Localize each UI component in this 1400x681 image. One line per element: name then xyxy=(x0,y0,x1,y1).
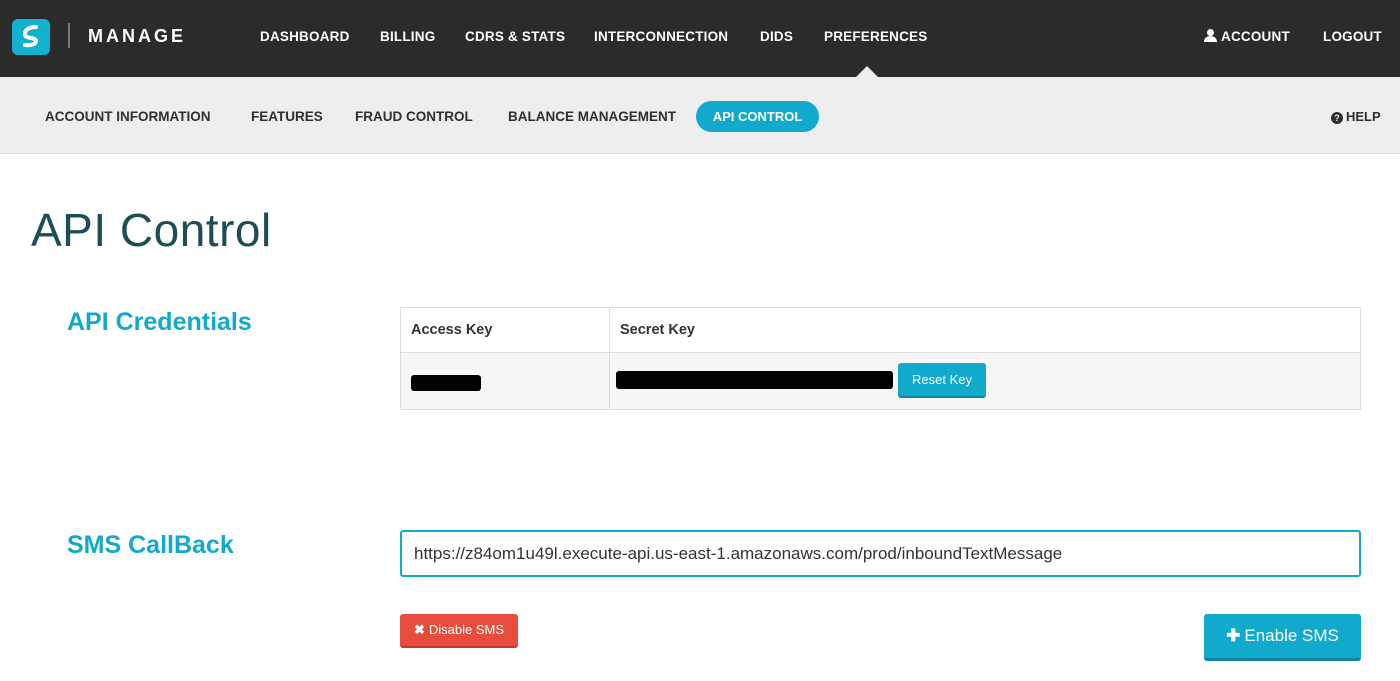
disable-sms-button[interactable]: ✖ Disable SMS xyxy=(400,614,518,648)
enable-sms-label: Enable SMS xyxy=(1244,626,1339,645)
active-nav-caret-icon xyxy=(856,66,878,77)
sub-navbar: ACCOUNT INFORMATION FEATURES FRAUD CONTR… xyxy=(0,77,1400,154)
subnav-features[interactable]: FEATURES xyxy=(251,109,323,124)
nav-dids[interactable]: DIDS xyxy=(760,29,793,44)
user-icon xyxy=(1204,29,1217,42)
table-row: Reset Key xyxy=(400,352,1361,410)
help-link[interactable]: ? HELP xyxy=(1331,109,1381,124)
subnav-balance-management[interactable]: BALANCE MANAGEMENT xyxy=(508,109,676,124)
secret-key-header: Secret Key xyxy=(609,307,1361,353)
redacted-secret-key xyxy=(616,371,893,389)
credentials-table: Access Key Secret Key Reset Key xyxy=(400,307,1361,410)
logout-link[interactable]: LOGOUT xyxy=(1323,29,1382,44)
account-link[interactable]: ACCOUNT xyxy=(1204,29,1290,44)
brand-logo-icon[interactable] xyxy=(12,19,50,55)
plus-icon: ✚ xyxy=(1226,626,1241,645)
redacted-access-key xyxy=(411,375,481,391)
help-label: HELP xyxy=(1346,109,1381,124)
subnav-api-control[interactable]: API CONTROL xyxy=(696,101,819,132)
nav-preferences[interactable]: PREFERENCES xyxy=(824,29,927,44)
brand-name: MANAGE xyxy=(88,26,186,46)
subnav-account-information[interactable]: ACCOUNT INFORMATION xyxy=(45,109,210,124)
sms-callback-heading: SMS CallBack xyxy=(67,531,234,559)
table-header-row: Access Key Secret Key xyxy=(400,307,1361,353)
access-key-header: Access Key xyxy=(400,307,610,353)
api-credentials-heading: API Credentials xyxy=(67,308,252,336)
page-title: API Control xyxy=(31,204,272,256)
question-circle-icon: ? xyxy=(1331,112,1343,124)
nav-interconnection[interactable]: INTERCONNECTION xyxy=(594,29,728,44)
top-navbar: MANAGE DASHBOARD BILLING CDRS & STATS IN… xyxy=(0,0,1400,77)
sms-callback-url-input[interactable] xyxy=(400,530,1361,577)
nav-dashboard[interactable]: DASHBOARD xyxy=(260,29,350,44)
subnav-fraud-control[interactable]: FRAUD CONTROL xyxy=(355,109,473,124)
enable-sms-button[interactable]: ✚ Enable SMS xyxy=(1204,614,1361,661)
reset-key-button[interactable]: Reset Key xyxy=(898,363,986,398)
logo-divider xyxy=(68,23,70,48)
nav-cdrs-stats[interactable]: CDRS & STATS xyxy=(465,29,565,44)
nav-billing[interactable]: BILLING xyxy=(380,29,435,44)
disable-sms-label: Disable SMS xyxy=(428,622,505,637)
access-key-cell xyxy=(400,352,610,410)
account-label: ACCOUNT xyxy=(1221,29,1290,44)
times-icon: ✖ xyxy=(413,622,425,637)
secret-key-cell: Reset Key xyxy=(609,352,1361,410)
